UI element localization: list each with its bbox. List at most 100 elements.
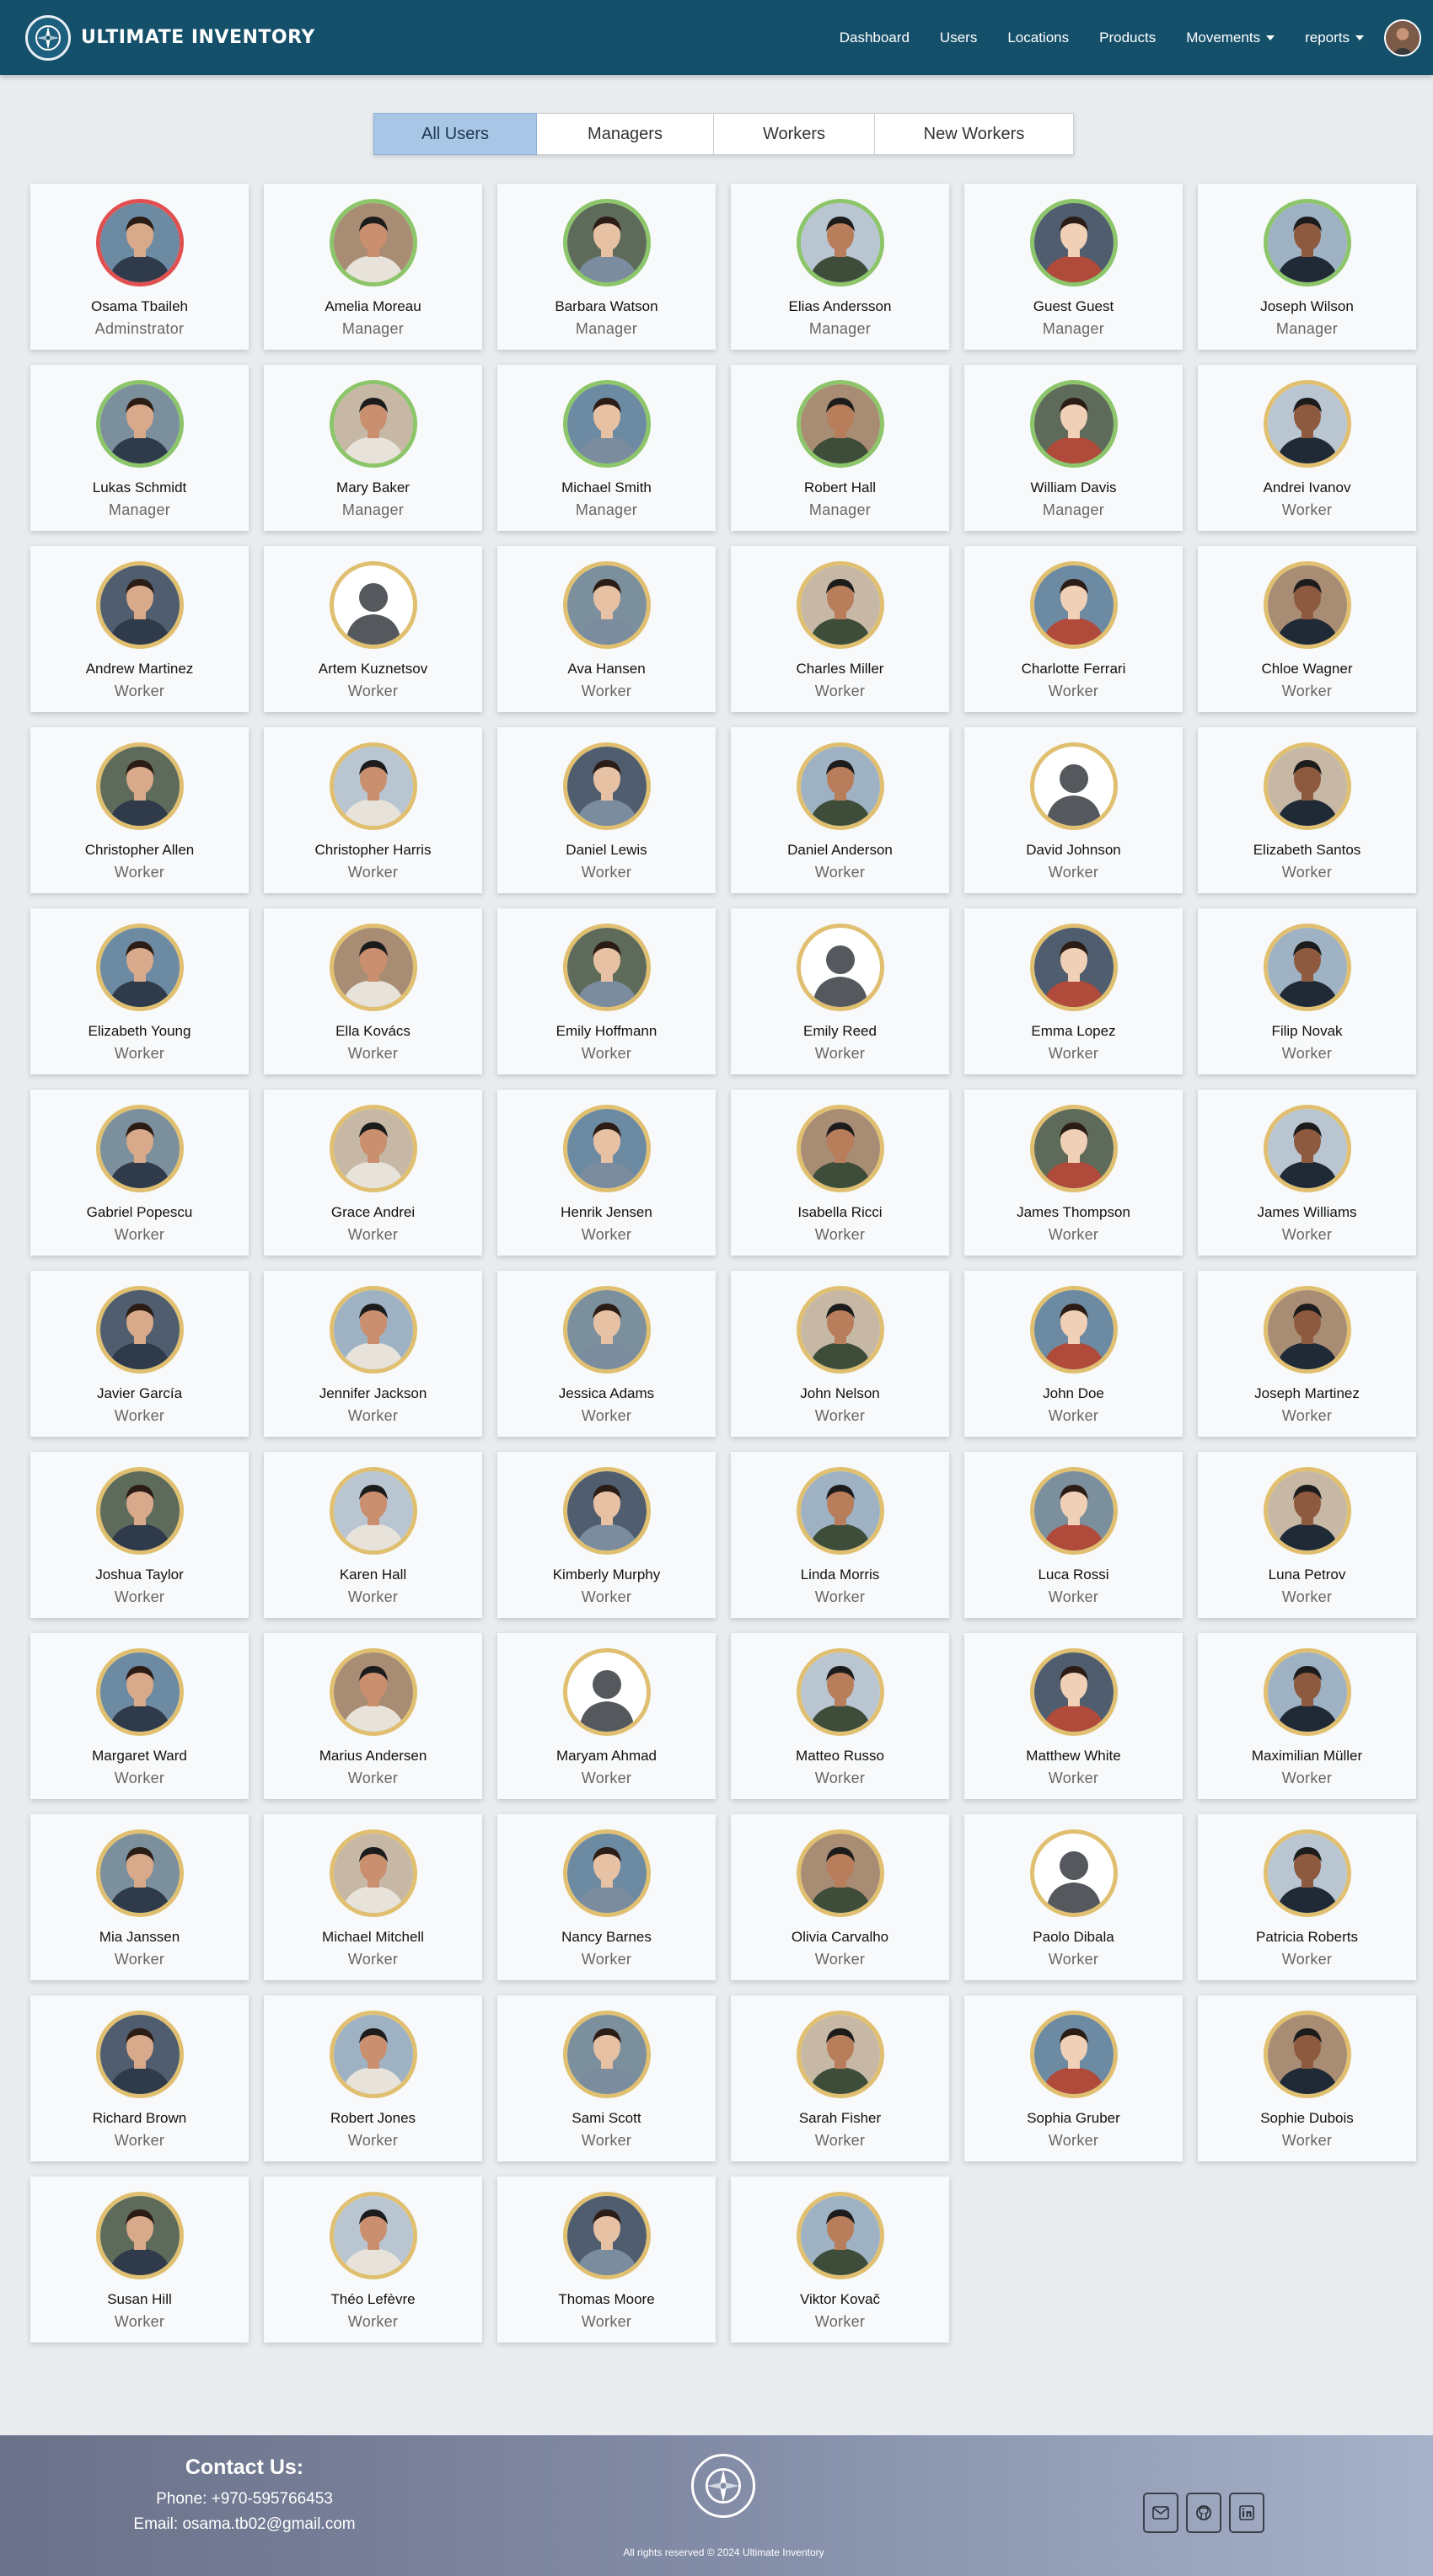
user-card[interactable]: Robert Hall Manager [731,365,949,531]
user-card[interactable]: Christopher Harris Worker [264,727,482,893]
mail-button[interactable] [1143,2493,1178,2533]
user-card[interactable]: Patricia Roberts Worker [1198,1814,1416,1980]
user-card[interactable]: Henrik Jensen Worker [497,1090,716,1256]
user-card[interactable]: Kimberly Murphy Worker [497,1452,716,1618]
user-card[interactable]: Emily Reed Worker [731,908,949,1074]
user-card[interactable]: Sarah Fisher Worker [731,1995,949,2161]
user-card[interactable]: Paolo Dibala Worker [964,1814,1183,1980]
user-card[interactable]: Marius Andersen Worker [264,1633,482,1799]
user-avatar [1263,1648,1351,1736]
user-card[interactable]: Théo Lefèvre Worker [264,2177,482,2343]
user-card[interactable]: Guest Guest Manager [964,184,1183,350]
user-name: Thomas Moore [558,2291,655,2307]
user-card[interactable]: Susan Hill Worker [30,2177,249,2343]
user-card[interactable]: Charlotte Ferrari Worker [964,546,1183,712]
user-card[interactable]: David Johnson Worker [964,727,1183,893]
user-card[interactable]: Matthew White Worker [964,1633,1183,1799]
user-card[interactable]: Olivia Carvalho Worker [731,1814,949,1980]
user-card[interactable]: Margaret Ward Worker [30,1633,249,1799]
tab-managers[interactable]: Managers [537,113,714,155]
user-name: Daniel Anderson [787,842,893,858]
nav-users[interactable]: Users [940,29,977,46]
user-card[interactable]: Richard Brown Worker [30,1995,249,2161]
tab-new-workers[interactable]: New Workers [875,113,1074,155]
user-card[interactable]: Luna Petrov Worker [1198,1452,1416,1618]
user-card[interactable]: Viktor Kovač Worker [731,2177,949,2343]
user-card[interactable]: Luca Rossi Worker [964,1452,1183,1618]
user-card[interactable]: Amelia Moreau Manager [264,184,482,350]
user-card[interactable]: Christopher Allen Worker [30,727,249,893]
user-avatar [1263,1467,1351,1555]
user-card[interactable]: Emma Lopez Worker [964,908,1183,1074]
nav-locations[interactable]: Locations [1007,29,1069,46]
user-avatar [1029,1829,1118,1917]
user-name: Artem Kuznetsov [318,661,428,677]
user-card[interactable]: John Nelson Worker [731,1271,949,1437]
user-role: Worker [1281,1588,1333,1605]
user-card[interactable]: Mary Baker Manager [264,365,482,531]
user-role: Worker [347,1770,399,1786]
user-role: Worker [1281,1770,1333,1786]
user-avatar [1029,924,1118,1011]
tab-all-users[interactable]: All Users [373,113,537,155]
nav-movements-dropdown[interactable]: Movements [1186,29,1275,46]
user-card[interactable]: Ella Kovács Worker [264,908,482,1074]
user-card[interactable]: Elias Andersson Manager [731,184,949,350]
user-card[interactable]: Sophia Gruber Worker [964,1995,1183,2161]
contact-email[interactable]: Email: osama.tb02@gmail.com [122,2515,367,2534]
user-card[interactable]: Andrew Martinez Worker [30,546,249,712]
user-card[interactable]: Jennifer Jackson Worker [264,1271,482,1437]
user-card[interactable]: Joseph Martinez Worker [1198,1271,1416,1437]
user-card[interactable]: John Doe Worker [964,1271,1183,1437]
user-card[interactable]: James Thompson Worker [964,1090,1183,1256]
user-card[interactable]: Filip Novak Worker [1198,908,1416,1074]
user-card[interactable]: Artem Kuznetsov Worker [264,546,482,712]
user-name: Kimberly Murphy [552,1566,661,1583]
user-card[interactable]: Michael Mitchell Worker [264,1814,482,1980]
user-role: Worker [347,864,399,881]
linkedin-button[interactable] [1229,2493,1264,2533]
user-card[interactable]: Maximilian Müller Worker [1198,1633,1416,1799]
user-card[interactable]: Maryam Ahmad Worker [497,1633,716,1799]
tab-workers[interactable]: Workers [714,113,875,155]
user-card[interactable]: Isabella Ricci Worker [731,1090,949,1256]
user-card[interactable]: Emily Hoffmann Worker [497,908,716,1074]
brand[interactable]: ULTIMATE INVENTORY [25,14,315,61]
user-card[interactable]: Daniel Lewis Worker [497,727,716,893]
nav-products[interactable]: Products [1099,29,1156,46]
user-card[interactable]: Matteo Russo Worker [731,1633,949,1799]
user-card[interactable]: Charles Miller Worker [731,546,949,712]
user-card[interactable]: Joseph Wilson Manager [1198,184,1416,350]
user-card[interactable]: Ava Hansen Worker [497,546,716,712]
nav-reports-dropdown[interactable]: reports [1305,29,1364,46]
user-card[interactable]: Osama Tbaileh Adminstrator [30,184,249,350]
user-card[interactable]: Andrei Ivanov Worker [1198,365,1416,531]
user-card[interactable]: Thomas Moore Worker [497,2177,716,2343]
user-card[interactable]: Lukas Schmidt Manager [30,365,249,531]
user-card[interactable]: Michael Smith Manager [497,365,716,531]
user-avatar [1263,1829,1351,1917]
user-card[interactable]: Javier García Worker [30,1271,249,1437]
user-card[interactable]: Joshua Taylor Worker [30,1452,249,1618]
user-card[interactable]: Karen Hall Worker [264,1452,482,1618]
user-card[interactable]: Grace Andrei Worker [264,1090,482,1256]
user-card[interactable]: Mia Janssen Worker [30,1814,249,1980]
user-card[interactable]: William Davis Manager [964,365,1183,531]
user-avatar[interactable] [1384,19,1421,56]
user-card[interactable]: Nancy Barnes Worker [497,1814,716,1980]
user-card[interactable]: Jessica Adams Worker [497,1271,716,1437]
user-card[interactable]: Gabriel Popescu Worker [30,1090,249,1256]
user-card[interactable]: Barbara Watson Manager [497,184,716,350]
user-card[interactable]: Sami Scott Worker [497,1995,716,2161]
user-card[interactable]: James Williams Worker [1198,1090,1416,1256]
user-card[interactable]: Sophie Dubois Worker [1198,1995,1416,2161]
user-role: Worker [581,683,632,699]
user-card[interactable]: Elizabeth Santos Worker [1198,727,1416,893]
user-card[interactable]: Chloe Wagner Worker [1198,546,1416,712]
github-button[interactable] [1186,2493,1221,2533]
user-card[interactable]: Linda Morris Worker [731,1452,949,1618]
nav-dashboard[interactable]: Dashboard [840,29,910,46]
user-card[interactable]: Daniel Anderson Worker [731,727,949,893]
user-card[interactable]: Elizabeth Young Worker [30,908,249,1074]
user-card[interactable]: Robert Jones Worker [264,1995,482,2161]
